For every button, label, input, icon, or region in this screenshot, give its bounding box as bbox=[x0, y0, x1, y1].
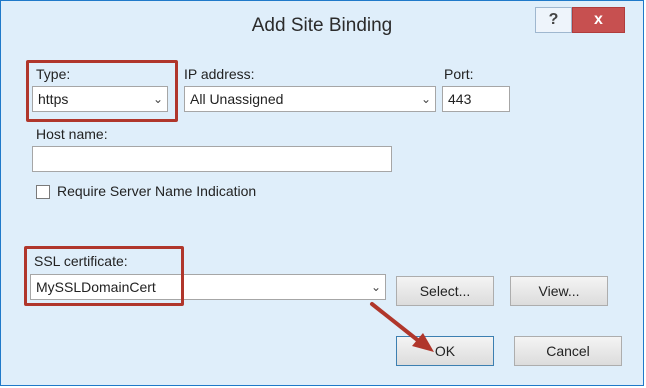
ssl-highlight-box bbox=[24, 246, 184, 306]
type-highlight-box bbox=[26, 60, 178, 122]
select-certificate-button[interactable]: Select... bbox=[396, 276, 494, 306]
chevron-down-icon: ⌄ bbox=[370, 280, 381, 294]
require-sni-label: Require Server Name Indication bbox=[57, 183, 257, 199]
host-name-label: Host name: bbox=[36, 126, 108, 142]
ok-button[interactable]: OK bbox=[396, 336, 494, 366]
title-bar: Add Site Binding ? x bbox=[1, 1, 643, 49]
port-label: Port: bbox=[444, 66, 474, 82]
host-name-input[interactable] bbox=[32, 146, 392, 172]
ip-address-label: IP address: bbox=[184, 66, 255, 82]
help-button[interactable]: ? bbox=[535, 7, 572, 33]
close-button[interactable]: x bbox=[572, 7, 625, 33]
chevron-down-icon: ⌄ bbox=[420, 92, 431, 106]
ip-address-select-value: All Unassigned bbox=[190, 91, 284, 107]
view-certificate-button[interactable]: View... bbox=[510, 276, 608, 306]
cancel-button[interactable]: Cancel bbox=[514, 336, 622, 366]
require-sni-checkbox[interactable] bbox=[36, 185, 50, 199]
port-input[interactable]: 443 bbox=[442, 86, 510, 112]
ip-address-select[interactable]: All Unassigned ⌄ bbox=[184, 86, 436, 112]
